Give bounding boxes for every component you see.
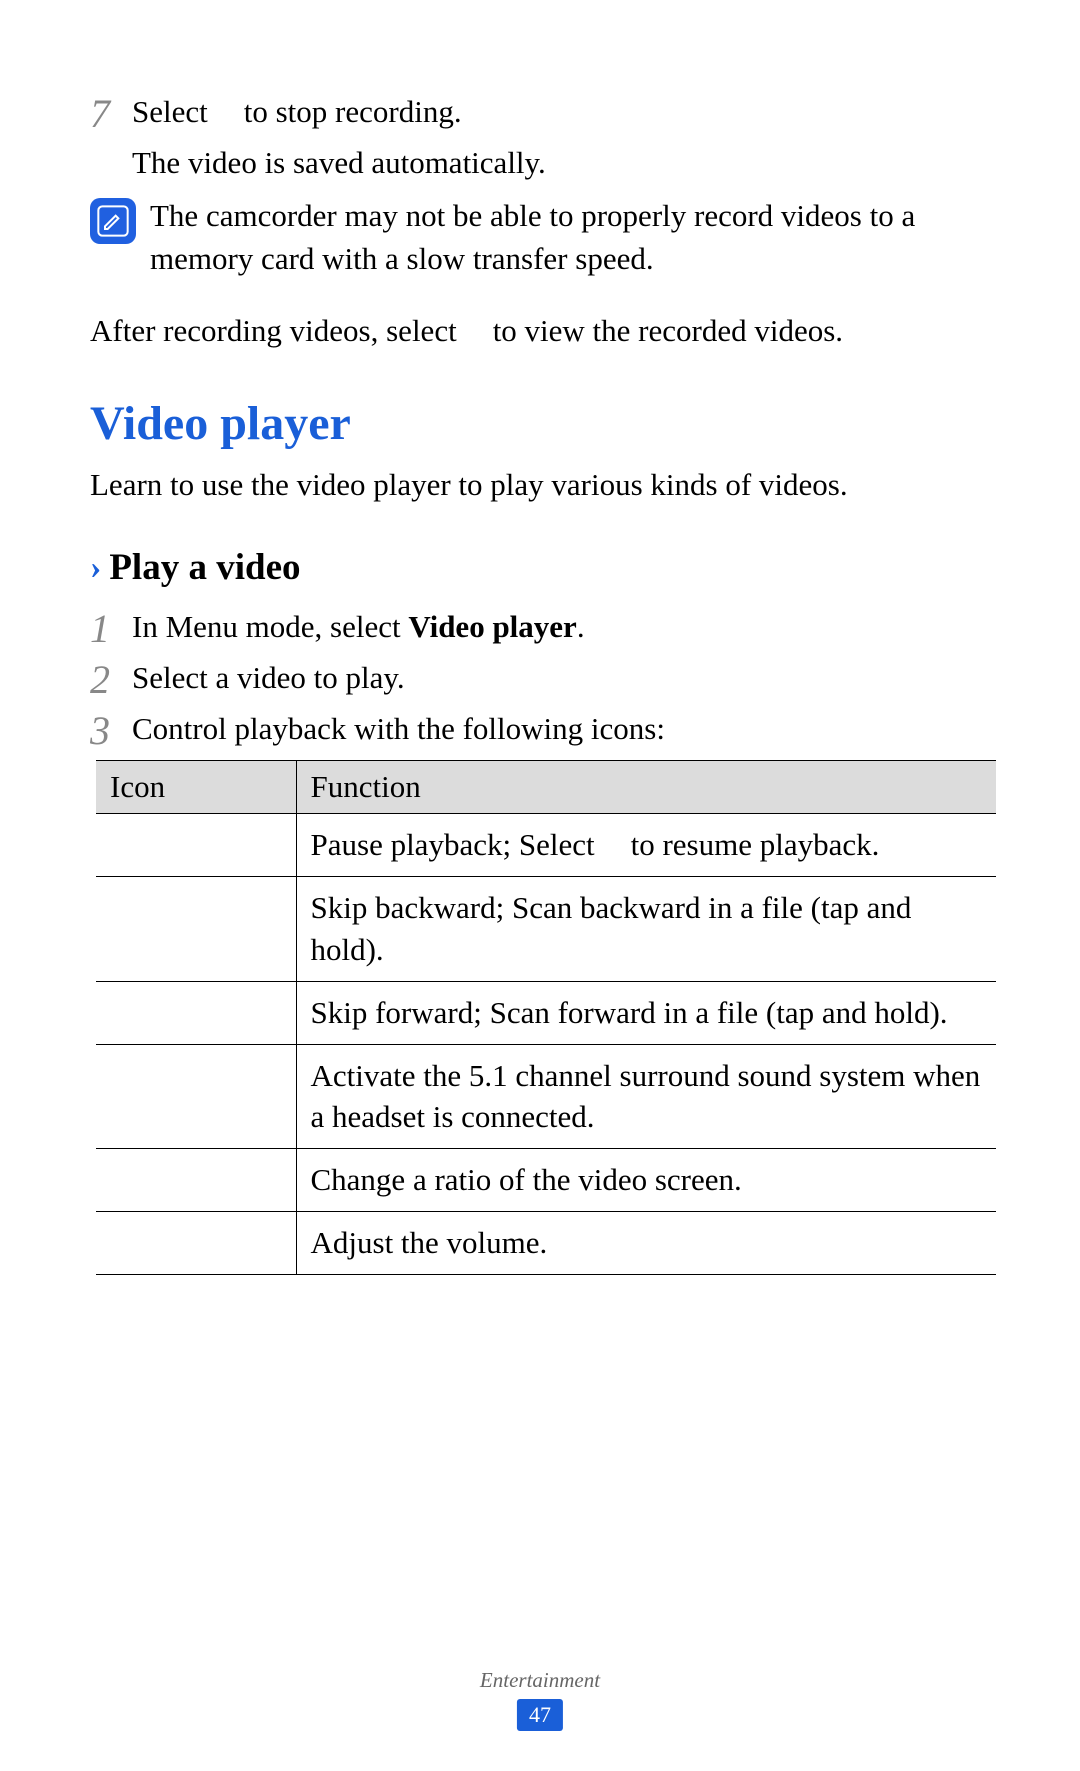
table-row: Skip forward; Scan forward in a file (ta… (96, 981, 996, 1044)
step-2: 2 Select a video to play. (90, 656, 990, 701)
section-heading-video-player: Video player (90, 396, 990, 451)
function-cell: Pause playback; Selectto resume playback… (296, 814, 996, 877)
footer-category: Entertainment (480, 1668, 600, 1693)
page-footer: Entertainment 47 (480, 1668, 600, 1731)
icon-cell-ratio (96, 1149, 296, 1212)
icon-cell-skip-forward (96, 981, 296, 1044)
step-3-text: Control playback with the following icon… (132, 707, 665, 752)
function-cell: Skip backward; Scan backward in a file (… (296, 877, 996, 982)
function-cell: Activate the 5.1 channel surround sound … (296, 1044, 996, 1149)
after-recording-text: After recording videos, selectto view th… (90, 309, 990, 352)
step-7-line1: 7 Selectto stop recording. (90, 90, 990, 135)
table-header-row: Icon Function (96, 761, 996, 814)
step-number-3: 3 (90, 707, 132, 751)
step-number-2: 2 (90, 656, 132, 700)
pencil-note-icon (97, 205, 129, 237)
table-row: Skip backward; Scan backward in a file (… (96, 877, 996, 982)
footer-page-number: 47 (517, 1699, 563, 1731)
function-cell: Skip forward; Scan forward in a file (ta… (296, 981, 996, 1044)
step-7-text: Selectto stop recording. (132, 90, 462, 135)
header-icon: Icon (96, 761, 296, 814)
table-row: Adjust the volume. (96, 1212, 996, 1275)
note-text: The camcorder may not be able to properl… (150, 194, 990, 281)
icon-cell-volume (96, 1212, 296, 1275)
section-intro: Learn to use the video player to play va… (90, 463, 990, 506)
function-cell: Change a ratio of the video screen. (296, 1149, 996, 1212)
function-cell: Adjust the volume. (296, 1212, 996, 1275)
chevron-right-icon: › (90, 549, 101, 587)
step-1-text: In Menu mode, select Video player. (132, 605, 585, 650)
table-row: Pause playback; Selectto resume playback… (96, 814, 996, 877)
icon-cell-pause (96, 814, 296, 877)
table-row: Change a ratio of the video screen. (96, 1149, 996, 1212)
icon-cell-skip-back (96, 877, 296, 982)
step-number-7: 7 (90, 90, 132, 134)
step-3: 3 Control playback with the following ic… (90, 707, 990, 752)
table-row: Activate the 5.1 channel surround sound … (96, 1044, 996, 1149)
sub-heading-text: Play a video (109, 546, 300, 589)
step-1: 1 In Menu mode, select Video player. (90, 605, 990, 650)
step-7-line2: The video is saved automatically. (90, 141, 990, 186)
step-2-text: Select a video to play. (132, 656, 405, 701)
icon-cell-surround (96, 1044, 296, 1149)
note-box: The camcorder may not be able to properl… (90, 194, 990, 281)
step-7-saved-text: The video is saved automatically. (132, 141, 546, 186)
playback-icons-table: Icon Function Pause playback; Selectto r… (96, 760, 996, 1275)
sub-heading-play-video: › Play a video (90, 546, 990, 589)
note-icon (90, 198, 136, 244)
step-number-1: 1 (90, 605, 132, 649)
header-function: Function (296, 761, 996, 814)
